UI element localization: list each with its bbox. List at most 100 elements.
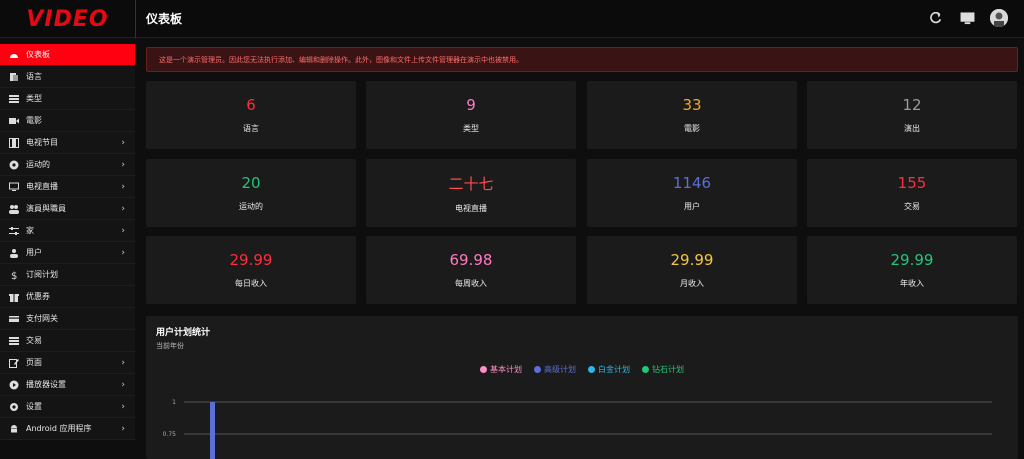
- stat-value: 29.99: [229, 251, 273, 269]
- sidebar-item-1[interactable]: 语言: [0, 66, 135, 88]
- sidebar-item-8[interactable]: 家 ›: [0, 220, 135, 242]
- stat-card[interactable]: 155 交易: [807, 159, 1017, 227]
- sidebar-item-3[interactable]: 電影: [0, 110, 135, 132]
- stat-label: 電影: [684, 124, 700, 133]
- sidebar-item-2[interactable]: 类型: [0, 88, 135, 110]
- chevron-right-icon: ›: [121, 358, 125, 368]
- gear-icon: [9, 402, 19, 412]
- sidebar: 仪表板 语言 类型 電影 电视节目 › 运动的 › 电视直播 › 演員與職員 › 家 › 用户 › $ 订阅计划优…: [0, 44, 135, 459]
- logo[interactable]: VIDEO: [0, 0, 135, 38]
- sidebar-item-15[interactable]: 播放器设置 ›: [0, 374, 135, 396]
- chevron-right-icon: ›: [121, 138, 125, 148]
- sidebar-item-10[interactable]: $ 订阅计划: [0, 264, 135, 286]
- sidebar-item-label: 播放器设置: [26, 380, 66, 389]
- chart-bar[interactable]: [210, 402, 215, 459]
- stat-card[interactable]: 29.99 月收入: [587, 236, 797, 304]
- sidebar-item-label: 语言: [26, 72, 42, 81]
- sidebar-item-label: 订阅计划: [26, 270, 58, 279]
- sliders-icon: [9, 226, 19, 236]
- sidebar-item-17[interactable]: Android 应用程序 ›: [0, 418, 135, 440]
- android-icon: [9, 424, 19, 434]
- stat-card[interactable]: 33 電影: [587, 81, 797, 149]
- sidebar-item-label: 家: [26, 226, 34, 235]
- sidebar-item-label: 用户: [26, 248, 42, 257]
- plan-chart: 10.75: [163, 399, 992, 459]
- stat-value: 12: [902, 96, 922, 114]
- chevron-right-icon: ›: [121, 402, 125, 412]
- monitor-icon[interactable]: [958, 9, 976, 27]
- sidebar-item-label: 仪表板: [26, 50, 50, 59]
- stat-label: 类型: [463, 124, 479, 133]
- sidebar-item-label: 类型: [26, 94, 42, 103]
- stat-label: 交易: [904, 202, 920, 211]
- gift-icon: [9, 292, 19, 302]
- stat-value: 33: [682, 96, 702, 114]
- y-tick-label: 0.75: [163, 431, 177, 438]
- sidebar-item-13[interactable]: 交易: [0, 330, 135, 352]
- stat-card[interactable]: 69.98 每周收入: [366, 236, 576, 304]
- y-tick-label: 1: [172, 399, 176, 406]
- avatar[interactable]: [990, 9, 1008, 27]
- stat-card[interactable]: 29.99 年收入: [807, 236, 1017, 304]
- sidebar-item-4[interactable]: 电视节目 ›: [0, 132, 135, 154]
- stat-label: 年收入: [900, 279, 924, 288]
- sidebar-item-9[interactable]: 用户 ›: [0, 242, 135, 264]
- sidebar-item-14[interactable]: 页面 ›: [0, 352, 135, 374]
- stat-label: 月收入: [680, 279, 704, 288]
- stat-card[interactable]: 二十七 电视直播: [366, 159, 576, 227]
- stat-card[interactable]: 1146 用户: [587, 159, 797, 227]
- stat-card[interactable]: 9 类型: [366, 81, 576, 149]
- credit-card-icon: [9, 314, 19, 324]
- stat-label: 电视直播: [455, 203, 487, 213]
- sidebar-item-7[interactable]: 演員與職員 ›: [0, 198, 135, 220]
- chevron-right-icon: ›: [121, 226, 125, 236]
- chevron-right-icon: ›: [121, 160, 125, 170]
- stat-label: 运动的: [239, 202, 263, 211]
- refresh-icon[interactable]: [926, 9, 944, 27]
- sidebar-item-11[interactable]: 优惠券: [0, 286, 135, 308]
- sidebar-item-0[interactable]: 仪表板: [0, 44, 135, 66]
- ball-icon: [9, 160, 19, 170]
- stat-value: 9: [466, 96, 476, 114]
- sidebar-item-5[interactable]: 运动的 ›: [0, 154, 135, 176]
- stat-value: 155: [897, 174, 927, 192]
- sidebar-item-label: 优惠券: [26, 292, 50, 301]
- stat-label: 语言: [243, 124, 259, 133]
- stat-label: 每周收入: [455, 279, 487, 288]
- sidebar-item-6[interactable]: 电视直播 ›: [0, 176, 135, 198]
- stat-value: 20: [241, 174, 261, 192]
- stat-value: 29.99: [670, 251, 714, 269]
- language-icon: [9, 72, 19, 82]
- sidebar-item-label: Android 应用程序: [26, 424, 92, 433]
- sidebar-item-label: 演員與職員: [26, 204, 66, 213]
- sidebar-item-label: 页面: [26, 358, 42, 367]
- page-title: 仪表板: [146, 12, 183, 26]
- sidebar-item-16[interactable]: 设置 ›: [0, 396, 135, 418]
- chevron-right-icon: ›: [121, 424, 125, 434]
- list-icon: [9, 94, 19, 104]
- stat-card[interactable]: 12 演出: [807, 81, 1017, 149]
- sidebar-item-label: 支付网关: [26, 314, 58, 323]
- sidebar-item-12[interactable]: 支付网关: [0, 308, 135, 330]
- demo-alert: 这是一个演示管理员。因此您无法执行添加、编辑和删除操作。此外，图像和文件上传文件…: [146, 47, 1018, 72]
- stat-label: 每日收入: [235, 279, 267, 288]
- top-icons: [926, 9, 1008, 27]
- sidebar-item-label: 電影: [26, 116, 42, 125]
- main: 这是一个演示管理员。因此您无法执行添加、编辑和删除操作。此外，图像和文件上传文件…: [146, 47, 1018, 72]
- stat-label: 用户: [684, 202, 700, 211]
- stat-value: 二十七: [448, 174, 494, 193]
- sidebar-item-label: 电视直播: [26, 182, 58, 191]
- sidebar-item-label: 运动的: [26, 160, 50, 169]
- plan-stats-panel: 用户计划统计 当前年份 基本计划 高级计划 白金计划 钻石计划 1 0.75: [146, 316, 1018, 459]
- sidebar-item-label: 交易: [26, 336, 42, 345]
- stat-value: 6: [246, 96, 256, 114]
- stat-card[interactable]: 6 语言: [146, 81, 356, 149]
- chevron-right-icon: ›: [121, 248, 125, 258]
- dollar-icon: $: [9, 270, 19, 280]
- stat-card[interactable]: 20 运动的: [146, 159, 356, 227]
- stat-card[interactable]: 29.99 每日收入: [146, 236, 356, 304]
- stat-value: 1146: [672, 174, 712, 192]
- logo-divider: [135, 0, 136, 38]
- sidebar-item-label: 设置: [26, 402, 42, 411]
- chevron-right-icon: ›: [121, 380, 125, 390]
